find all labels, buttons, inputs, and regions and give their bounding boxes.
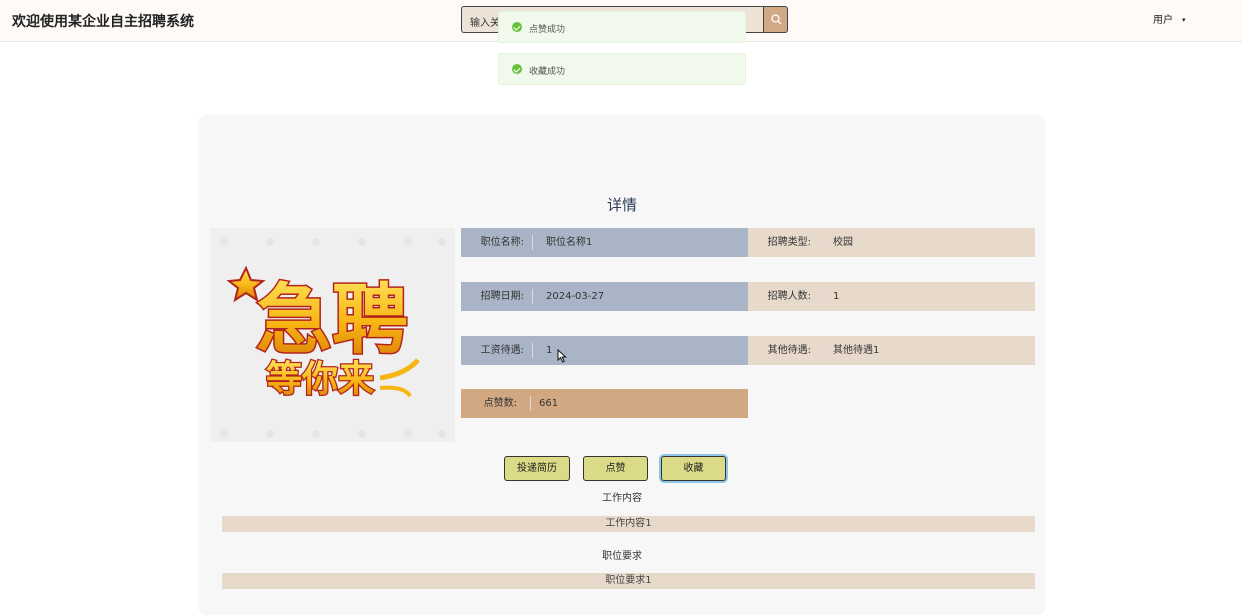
field-recruit-type: 招聘类型: 校园 [748,228,1035,257]
field-label: 职位名称: [480,237,524,248]
field-label: 其他待遇: [767,345,811,356]
field-position-name: 职位名称: 职位名称1 [461,228,748,257]
field-divider [532,343,533,358]
field-divider [819,343,820,358]
field-value: 1 [546,345,553,356]
job-content-heading: 工作内容 [602,493,642,504]
job-requirements-heading: 职位要求 [602,551,642,562]
field-other-benefits: 其他待遇: 其他待遇1 [748,336,1035,365]
user-menu-label: 用户 [1153,15,1173,26]
field-divider [532,289,533,304]
like-button[interactable]: 点赞 [583,456,648,481]
app-title: 欢迎使用某企业自主招聘系统 [12,14,194,30]
toast-message: 收藏成功 [529,67,566,77]
field-value: 职位名称1 [546,237,593,248]
toast-like-success: 点赞成功 [498,11,746,43]
field-value: 661 [539,398,559,409]
field-divider [819,235,820,250]
chevron-down-icon: ▾ [1182,16,1186,24]
success-check-icon [512,64,522,74]
field-recruit-count: 招聘人数: 1 [748,282,1035,311]
field-likes: 点赞数: 661 [461,389,748,418]
field-label: 点赞数: [483,398,517,409]
detail-heading: 详情 [606,196,637,214]
field-value: 1 [833,291,840,302]
field-label: 招聘人数: [767,291,811,302]
field-divider [532,235,533,250]
user-menu[interactable]: 用户 ▾ [1153,11,1186,26]
field-value: 2024-03-27 [546,291,605,302]
toast-message: 点赞成功 [529,25,566,35]
field-divider [530,396,531,411]
favorite-button[interactable]: 收藏 [661,456,726,481]
job-requirements-value: 职位要求1 [222,573,1035,589]
field-label: 招聘类型: [767,237,811,248]
job-poster-image: 急聘 等你来 [210,228,455,442]
search-button[interactable] [763,6,788,33]
field-value: 其他待遇1 [833,345,880,356]
search-icon [771,14,782,25]
field-recruit-date: 招聘日期: 2024-03-27 [461,282,748,311]
field-salary: 工资待遇: 1 [461,336,748,365]
field-label: 招聘日期: [480,291,524,302]
poster-headline: 急聘 [256,275,408,364]
apply-resume-button[interactable]: 投递简历 [504,456,570,481]
toast-favorite-success: 收藏成功 [498,53,746,85]
field-divider [819,289,820,304]
mouse-cursor-icon [557,349,567,363]
field-value: 校园 [833,237,853,248]
success-check-icon [512,22,522,32]
field-label: 工资待遇: [480,345,524,356]
poster-subline: 等你来 [266,359,374,400]
job-content-value: 工作内容1 [222,516,1035,532]
job-detail-card: 详情 急聘 等你来 职位名称: 职位名称1 招聘类型: 校园 招聘日期: 202… [198,115,1046,615]
